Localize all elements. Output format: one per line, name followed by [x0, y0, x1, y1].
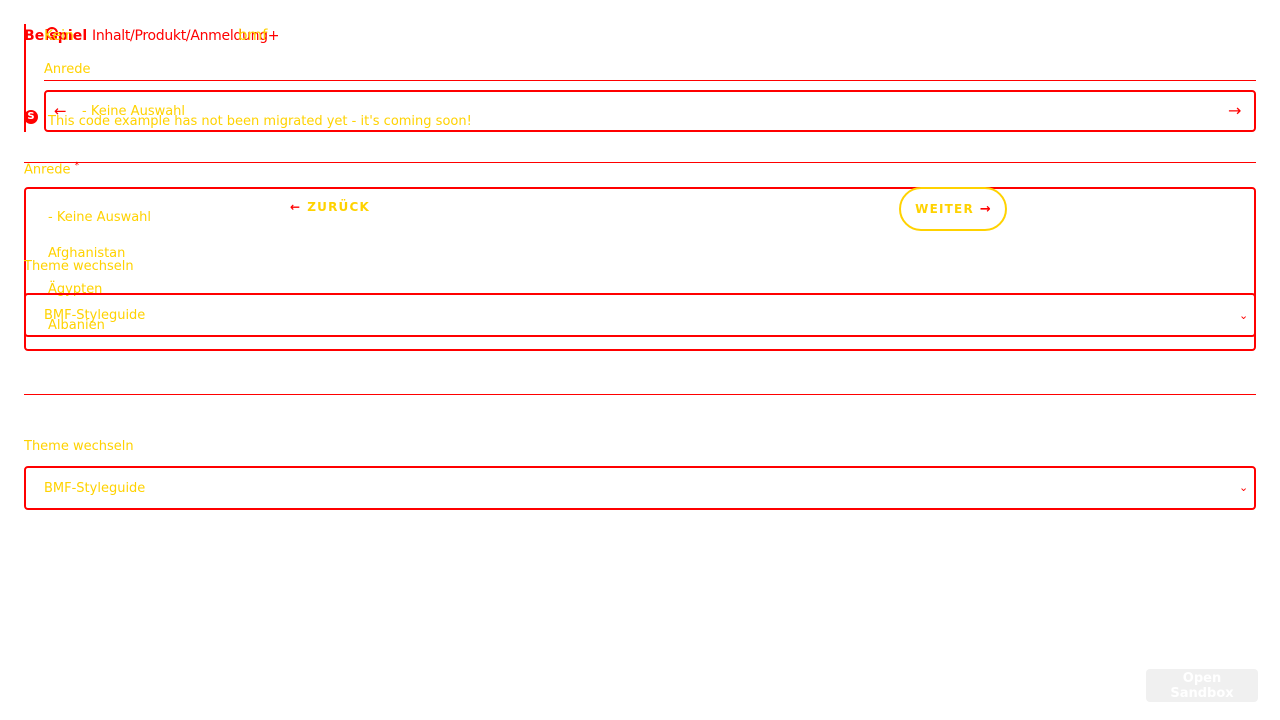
chevron-down-icon[interactable]: ⌄: [1239, 481, 1248, 494]
arrow-right-icon: →: [979, 201, 991, 217]
country-option-0[interactable]: - Keine Auswahl: [48, 210, 151, 225]
next-button-label: WEITER: [915, 202, 974, 216]
theme-select-value: BMF-Styleguide: [44, 481, 146, 496]
page-title-brand: bmf: [238, 26, 268, 44]
divider-mid: [24, 162, 1256, 163]
divider-bottom: [24, 394, 1256, 395]
divider-top: [44, 80, 1256, 81]
theme-label: Theme wechseln: [24, 439, 134, 454]
open-sandbox-button[interactable]: Open Sandbox: [1146, 669, 1258, 702]
anrede-label-required: Anrede *: [24, 161, 79, 177]
theme-label-overlay: Theme wechseln: [24, 259, 134, 274]
info-icon: S: [24, 110, 38, 124]
theme-select[interactable]: [24, 466, 1256, 510]
anrede-label-top: Anrede: [44, 62, 91, 77]
theme-select-overlay[interactable]: [24, 293, 1256, 337]
arrow-left-icon: ←: [290, 200, 302, 214]
back-button[interactable]: ← ZURÜCK: [284, 200, 370, 214]
chevron-down-icon[interactable]: ⌄: [1239, 309, 1248, 322]
anrede-label-text: Anrede: [24, 162, 71, 178]
page-title-kein: Kein: [44, 28, 74, 44]
arrow-right-icon[interactable]: →: [1228, 101, 1241, 120]
back-button-label: ZURÜCK: [307, 200, 371, 214]
theme-select-overlay-value: BMF-Styleguide: [44, 308, 146, 323]
migration-notice: This code example has not been migrated …: [48, 114, 472, 129]
required-marker: *: [74, 161, 80, 171]
next-button[interactable]: WEITER →: [899, 187, 1007, 231]
